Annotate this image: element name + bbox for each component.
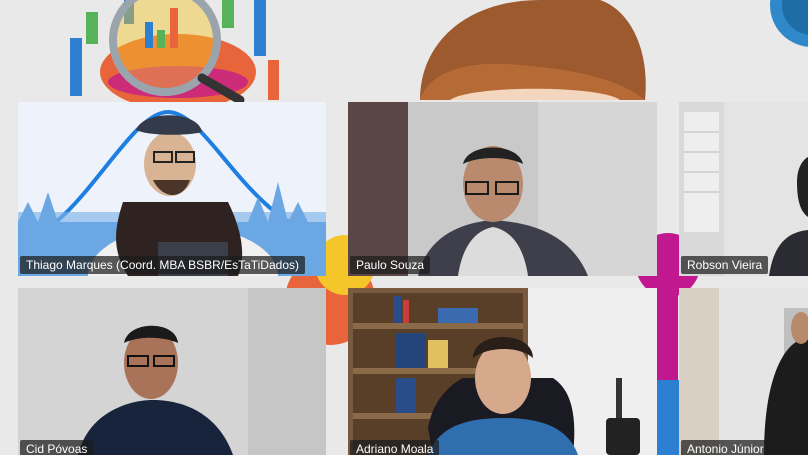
participant-name: Adriano Moala xyxy=(350,440,440,455)
participant-name: Cid Póvoas xyxy=(20,440,94,455)
video-feed xyxy=(348,102,657,276)
video-tile-adriano-moala[interactable]: Adriano Moala xyxy=(348,288,657,455)
video-feed xyxy=(679,288,808,455)
video-feed xyxy=(18,102,326,276)
video-tile-robson-vieira[interactable]: Robson Vieira xyxy=(679,102,808,276)
video-tile-cid-povoas[interactable]: Cid Póvoas xyxy=(18,288,326,455)
participant-name: Paulo Souza xyxy=(350,256,431,274)
video-feed xyxy=(348,288,657,455)
video-feed xyxy=(679,102,808,276)
magnifier-chart-icon xyxy=(70,0,279,110)
participant-name: Thiago Marques (Coord. MBA BSBR/EsTaTiDa… xyxy=(20,256,305,274)
video-tile-paulo-souza[interactable]: Paulo Souza xyxy=(348,102,657,276)
participant-name: Robson Vieira xyxy=(681,256,769,274)
blue-circle-icon xyxy=(770,0,808,47)
participant-name: Antonio Júnior xyxy=(681,440,770,455)
blue-blob xyxy=(655,380,680,455)
video-tile-antonio-junior[interactable]: Antonio Júnior xyxy=(679,288,808,455)
hat-mascot-icon xyxy=(420,0,646,100)
video-tile-thiago-marques[interactable]: Thiago Marques (Coord. MBA BSBR/EsTaTiDa… xyxy=(18,102,326,276)
video-feed xyxy=(18,288,326,455)
